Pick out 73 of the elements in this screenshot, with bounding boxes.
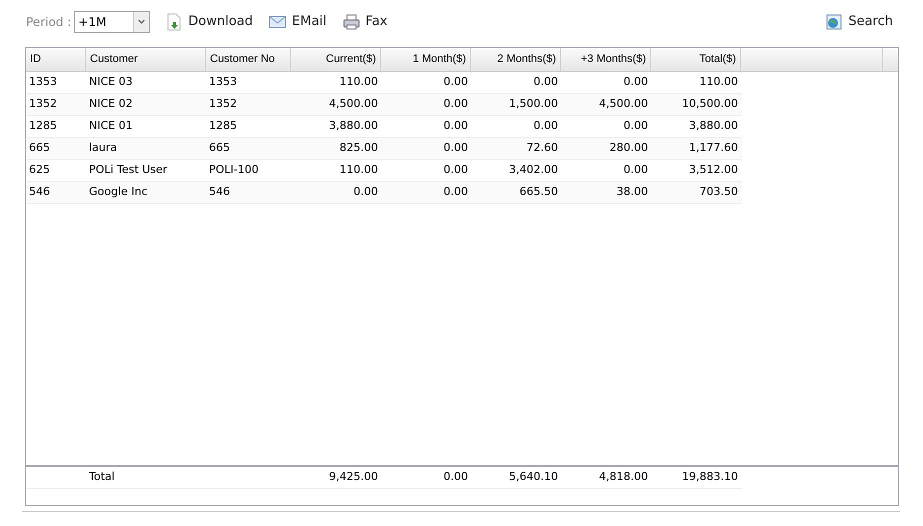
table-cell-text: NICE 03: [88, 74, 134, 90]
table-cell-text: 4,500.00: [328, 96, 379, 112]
table-cell-text: 10,500.00: [681, 96, 739, 112]
table-cell-text: 1285: [28, 118, 58, 134]
fax-button[interactable]: Fax: [342, 12, 388, 32]
download-button[interactable]: Download: [166, 12, 253, 32]
table-cell-text: 3,880.00: [688, 118, 739, 134]
table-cell-text: 38.00: [616, 184, 649, 200]
period-dropdown[interactable]: +1M: [74, 11, 150, 33]
table-cell-text: 0.00: [442, 162, 469, 178]
total-cell-text: 19,883.10: [681, 469, 739, 486]
table-cell-text: 665: [28, 140, 51, 156]
table-cell-text: 546: [28, 184, 51, 200]
column-header[interactable]: Customer: [86, 48, 206, 71]
table-cell-text: 1,500.00: [508, 96, 559, 112]
total-cell-text: 0.00: [442, 469, 469, 486]
chevron-down-icon: [133, 12, 150, 32]
column-header[interactable]: Total($): [651, 48, 741, 71]
table-cell-text: NICE 01: [88, 118, 134, 134]
envelope-icon: [268, 16, 286, 28]
column-header[interactable]: 1 Month($): [381, 48, 471, 71]
table-cell-text: 1352: [28, 96, 58, 112]
table-cell-text: 3,512.00: [688, 162, 739, 178]
table-cell-text: 546: [208, 184, 231, 200]
table-cell-text: POLi Test User: [88, 162, 168, 178]
total-label: Total: [88, 469, 116, 486]
table-cell-text: 0.00: [442, 184, 469, 200]
table-cell-text: 1353: [28, 74, 58, 90]
table-cell-text: 0.00: [352, 184, 379, 200]
table-cell-text: laura: [88, 140, 118, 156]
table-cell-text: 110.00: [338, 74, 379, 90]
search-button[interactable]: Search: [826, 12, 893, 32]
table-cell-text: 280.00: [608, 140, 649, 156]
globe-document-icon: [826, 14, 842, 30]
table-cell-text: 1352: [208, 96, 238, 112]
column-header[interactable]: 2 Months($): [471, 48, 561, 71]
column-header[interactable]: ID: [26, 48, 86, 71]
table-cell-text: 3,402.00: [508, 162, 559, 178]
table-cell-text: 0.00: [622, 74, 649, 90]
table-cell-text: 0.00: [532, 118, 559, 134]
table-cell-text: 0.00: [532, 74, 559, 90]
table-cell-text: 0.00: [442, 96, 469, 112]
table-cell-text: 703.50: [698, 184, 739, 200]
total-cell-text: 9,425.00: [328, 469, 379, 486]
table-cell-text: 1,177.60: [688, 140, 739, 156]
period-label: Period :: [26, 14, 72, 31]
total-cell-text: 4,818.00: [598, 469, 649, 486]
table-cell-text: 625: [28, 162, 51, 178]
table-cell-text: 72.60: [526, 140, 559, 156]
table-cell-text: 1285: [208, 118, 238, 134]
email-button[interactable]: EMail: [268, 12, 327, 32]
table-cell-text: 665.50: [518, 184, 559, 200]
total-cell-text: 5,640.10: [508, 469, 559, 486]
table-cell-text: 0.00: [442, 140, 469, 156]
table-cell-text: 665: [208, 140, 231, 156]
printer-icon: [342, 14, 360, 30]
table-cell-text: 0.00: [622, 162, 649, 178]
table-cell-text: 0.00: [622, 118, 649, 134]
table-cell-text: 4,500.00: [598, 96, 649, 112]
table-cell-text: NICE 02: [88, 96, 134, 112]
table-cell-text: 110.00: [338, 162, 379, 178]
table-cell-text: 0.00: [442, 118, 469, 134]
column-header[interactable]: +3 Months($): [561, 48, 651, 71]
column-header[interactable]: Customer No: [206, 48, 291, 71]
table-cell-text: 825.00: [338, 140, 379, 156]
table-cell-text: 1353: [208, 74, 238, 90]
table-cell-text: 110.00: [698, 74, 739, 90]
table-cell-text: Google Inc: [88, 184, 149, 200]
table-cell-text: 0.00: [442, 74, 469, 90]
table-cell-text: POLI-100: [208, 162, 260, 178]
table-cell-text: 3,880.00: [328, 118, 379, 134]
column-header[interactable]: Current($): [291, 48, 381, 71]
document-download-icon: [166, 13, 182, 31]
